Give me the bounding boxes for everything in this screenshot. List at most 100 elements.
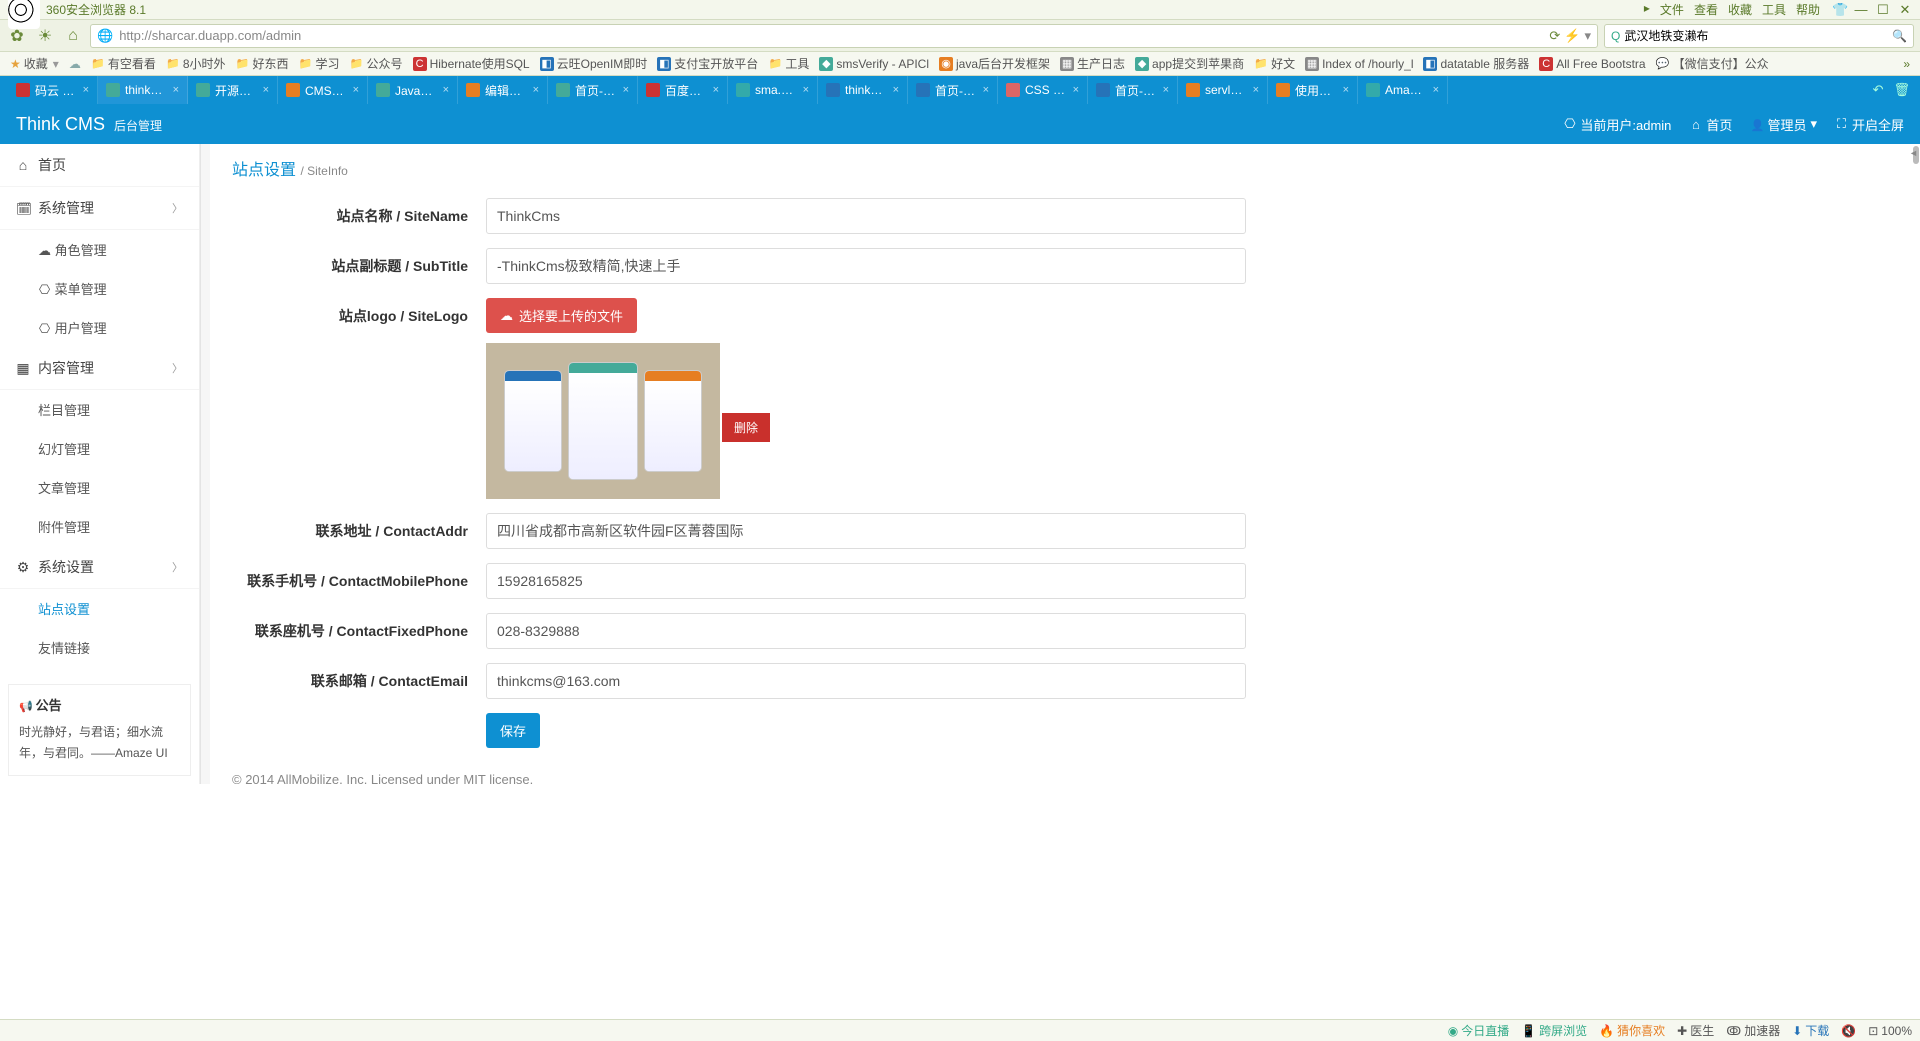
bookmark-item[interactable]: ▦生产日志: [1056, 53, 1129, 74]
menu-file[interactable]: 文件: [1660, 1, 1684, 18]
tab-close-icon[interactable]: ×: [1433, 84, 1439, 96]
bookmark-item[interactable]: CHibernate使用SQL: [409, 53, 534, 74]
search-engine-icon[interactable]: Q: [1611, 29, 1620, 43]
tab-close-icon[interactable]: ×: [713, 84, 719, 96]
browser-tab[interactable]: CMS内容×: [278, 76, 368, 104]
header-home[interactable]: 首页: [1689, 115, 1732, 134]
search-bar[interactable]: Q 🔍: [1604, 24, 1914, 48]
bookmark-item[interactable]: 📁好东西: [232, 53, 293, 74]
win-minimize-icon[interactable]: —: [1854, 2, 1868, 18]
menu-fav[interactable]: 收藏: [1728, 1, 1752, 18]
bookmarks-star[interactable]: ★收藏▾: [6, 53, 63, 74]
tab-close-icon[interactable]: ×: [443, 84, 449, 96]
tab-undo-icon[interactable]: ↶: [1873, 82, 1884, 98]
tab-close-icon[interactable]: ×: [83, 84, 89, 96]
tab-close-icon[interactable]: ×: [263, 84, 269, 96]
save-button[interactable]: 保存: [486, 713, 540, 748]
browser-tab[interactable]: thinkcms×: [818, 76, 908, 104]
tab-close-icon[interactable]: ×: [1073, 84, 1079, 96]
browser-tab[interactable]: servletre×: [1178, 76, 1268, 104]
bookmarks-more[interactable]: »: [1899, 55, 1914, 73]
bookmark-item[interactable]: 📁公众号: [346, 53, 407, 74]
bookmark-item[interactable]: ◧datatable 服务器: [1419, 53, 1533, 74]
bookmark-item[interactable]: CAll Free Bootstra: [1535, 53, 1649, 74]
sidebar-subitem[interactable]: 附件管理: [0, 507, 199, 546]
status-live[interactable]: ◉ 今日直播: [1448, 1022, 1510, 1039]
input-subtitle[interactable]: [486, 248, 1246, 284]
bookmark-item[interactable]: ◉java后台开发框架: [935, 53, 1054, 74]
sidebar-item[interactable]: 首页: [0, 144, 199, 187]
bookmark-item[interactable]: ▦Index of /hourly_l: [1301, 53, 1417, 74]
win-skin-icon[interactable]: 👕: [1832, 2, 1846, 18]
sidebar-subitem[interactable]: 栏目管理: [0, 390, 199, 429]
input-contact-email[interactable]: [486, 663, 1246, 699]
refresh-icon[interactable]: ⟳: [1549, 28, 1560, 44]
input-contact-mobile[interactable]: [486, 563, 1246, 599]
tab-close-icon[interactable]: ×: [353, 84, 359, 96]
nav-clover-icon[interactable]: ✿: [6, 25, 28, 47]
upload-button[interactable]: ☁选择要上传的文件: [486, 298, 637, 333]
browser-tab[interactable]: 码云 - 开×: [8, 76, 98, 104]
sidebar-subitem[interactable]: 文章管理: [0, 468, 199, 507]
bookmark-item[interactable]: 📁好文: [1250, 53, 1299, 74]
search-button-icon[interactable]: 🔍: [1892, 29, 1907, 43]
menu-view[interactable]: 查看: [1694, 1, 1718, 18]
status-accel[interactable]: ↂ 加速器: [1726, 1022, 1780, 1039]
win-maximize-icon[interactable]: ☐: [1876, 2, 1890, 18]
nav-home-icon[interactable]: ⌂: [62, 25, 84, 47]
input-contact-addr[interactable]: [486, 513, 1246, 549]
url-bar[interactable]: 🌐 http://sharcar.duapp.com/admin ⟳ ⚡ ▾: [90, 24, 1598, 48]
sidebar-subitem[interactable]: 幻灯管理: [0, 429, 199, 468]
browser-tab[interactable]: Amaze U×: [1358, 76, 1448, 104]
sidebar-subitem[interactable]: 用户管理: [0, 308, 199, 347]
sidebar-item[interactable]: 系统设置〉: [0, 546, 199, 589]
browser-tab[interactable]: 首页-Thi×: [908, 76, 998, 104]
sidebar-subitem[interactable]: 角色管理: [0, 230, 199, 269]
browser-tab[interactable]: 百度开放×: [638, 76, 728, 104]
search-input[interactable]: [1624, 29, 1892, 43]
browser-tab[interactable]: 编辑作品×: [458, 76, 548, 104]
bookmark-item[interactable]: 📁学习: [295, 53, 344, 74]
status-mute-icon[interactable]: 🔇: [1841, 1024, 1856, 1038]
sidebar-subitem[interactable]: 菜单管理: [0, 269, 199, 308]
bookmark-item[interactable]: ◧云旺OpenIM即时: [536, 53, 652, 74]
sidebar-item[interactable]: 系统管理〉: [0, 187, 199, 230]
browser-tab[interactable]: Java后台×: [368, 76, 458, 104]
nav-sun-icon[interactable]: ☀: [34, 25, 56, 47]
input-contact-fixed[interactable]: [486, 613, 1246, 649]
tab-close-icon[interactable]: ×: [983, 84, 989, 96]
compat-icon[interactable]: ⚡: [1564, 28, 1580, 44]
browser-tab[interactable]: 首页-Thi×: [548, 76, 638, 104]
bookmark-item[interactable]: 📁有空看看: [87, 53, 160, 74]
menu-help[interactable]: 帮助: [1796, 1, 1820, 18]
status-doctor[interactable]: ✚ 医生: [1677, 1022, 1714, 1039]
input-sitename[interactable]: [486, 198, 1246, 234]
status-zoom[interactable]: ⊡ 100%: [1868, 1024, 1912, 1038]
tab-close-icon[interactable]: ×: [1343, 84, 1349, 96]
tab-close-icon[interactable]: ×: [893, 84, 899, 96]
tab-close-icon[interactable]: ×: [803, 84, 809, 96]
header-fullscreen[interactable]: 开启全屏: [1835, 115, 1904, 134]
bookmark-item[interactable]: ◆app提交到苹果商: [1131, 53, 1248, 74]
tab-close-icon[interactable]: ×: [173, 84, 179, 96]
browser-tab[interactable]: CSS · Icc×: [998, 76, 1088, 104]
bookmark-item[interactable]: 📁工具: [764, 53, 813, 74]
bookmarks-cloud[interactable]: ☁: [65, 55, 85, 73]
tab-trash-icon[interactable]: 🗑: [1893, 82, 1910, 98]
header-admin[interactable]: 管理员 ▾: [1750, 115, 1817, 134]
tab-close-icon[interactable]: ×: [1253, 84, 1259, 96]
tab-close-icon[interactable]: ×: [1163, 84, 1169, 96]
tab-close-icon[interactable]: ×: [533, 84, 539, 96]
win-close-icon[interactable]: ✕: [1898, 2, 1912, 18]
browser-tab[interactable]: 使用Serv×: [1268, 76, 1358, 104]
delete-logo-button[interactable]: 删除: [722, 413, 770, 442]
status-crossscreen[interactable]: 📱 跨屏浏览: [1521, 1022, 1587, 1039]
sidebar-item[interactable]: 内容管理〉: [0, 347, 199, 390]
browser-tab[interactable]: 开源中国×: [188, 76, 278, 104]
browser-tab[interactable]: 首页-Thi×: [1088, 76, 1178, 104]
sidebar-subitem[interactable]: 友情链接: [0, 628, 199, 667]
bookmark-item[interactable]: 💬【微信支付】公众: [1652, 53, 1773, 74]
tab-close-icon[interactable]: ×: [623, 84, 629, 96]
bookmark-item[interactable]: ◆smsVerify - APICl: [815, 53, 933, 74]
main-scrollbar[interactable]: [1912, 144, 1920, 784]
